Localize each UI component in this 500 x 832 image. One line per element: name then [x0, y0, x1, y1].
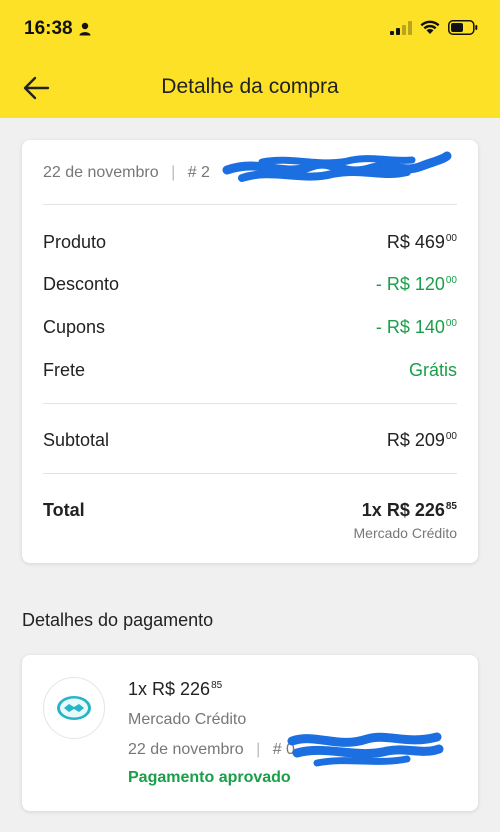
separator: | — [171, 164, 176, 181]
order-date: 22 de novembro — [43, 164, 159, 181]
row-produto: Produto R$ 46900 — [43, 232, 457, 253]
divider — [43, 473, 457, 474]
payment-date: 22 de novembro — [128, 741, 244, 758]
person-icon — [79, 22, 91, 36]
app-header: 16:38 Detalhe da compra — [0, 0, 500, 118]
row-label: Produto — [43, 232, 107, 252]
redaction-scribble — [287, 732, 444, 767]
redaction-scribble — [222, 151, 452, 182]
total-amount: 1x R$ 22685 — [361, 500, 457, 520]
status-time: 16:38 — [24, 18, 91, 40]
order-date-line: 22 de novembro | # 2 — [43, 164, 210, 182]
row-subtotal: Subtotal R$ 20900 — [43, 430, 457, 451]
payment-card[interactable]: 1x R$ 22685 Mercado Crédito 22 de novemb… — [22, 655, 478, 811]
row-label: Desconto — [43, 274, 120, 294]
status-icons — [390, 20, 478, 35]
total-payment-method: Mercado Crédito — [353, 525, 458, 541]
row-cupons: Cupons - R$ 14000 — [43, 317, 457, 338]
payment-date-line: 22 de novembro | # 0 — [128, 741, 295, 759]
row-desconto: Desconto - R$ 12000 — [43, 274, 457, 295]
row-label: Frete — [43, 360, 86, 380]
mercado-pago-handshake-icon — [43, 677, 105, 739]
battery-icon — [448, 20, 478, 35]
clock: 16:38 — [24, 18, 73, 39]
wifi-icon — [420, 20, 440, 34]
row-amount: R$ 46900 — [386, 232, 457, 252]
separator: | — [256, 741, 261, 758]
payment-method: Mercado Crédito — [128, 711, 247, 728]
divider — [43, 403, 457, 404]
order-number: # 2 — [187, 164, 210, 181]
row-amount: - R$ 14000 — [375, 317, 457, 337]
row-frete: Frete Grátis — [43, 360, 457, 381]
purchase-summary-card: 22 de novembro | # 2 Produto R$ 46900 De… — [22, 140, 478, 563]
total-label: Total — [43, 500, 85, 520]
row-value: Grátis — [408, 360, 457, 380]
page-title: Detalhe da compra — [161, 75, 339, 98]
row-amount: - R$ 12000 — [375, 274, 457, 294]
payment-amount: 1x R$ 22685 — [128, 679, 223, 699]
row-total: Total 1x R$ 22685 — [43, 500, 457, 521]
row-label: Cupons — [43, 317, 106, 337]
subtotal-amount: R$ 20900 — [386, 430, 457, 450]
payment-section-title: Detalhes do pagamento — [22, 610, 214, 630]
divider — [43, 204, 457, 205]
payment-status: Pagamento aprovado — [128, 769, 291, 786]
signal-icon — [390, 20, 412, 35]
subtotal-label: Subtotal — [43, 430, 110, 450]
